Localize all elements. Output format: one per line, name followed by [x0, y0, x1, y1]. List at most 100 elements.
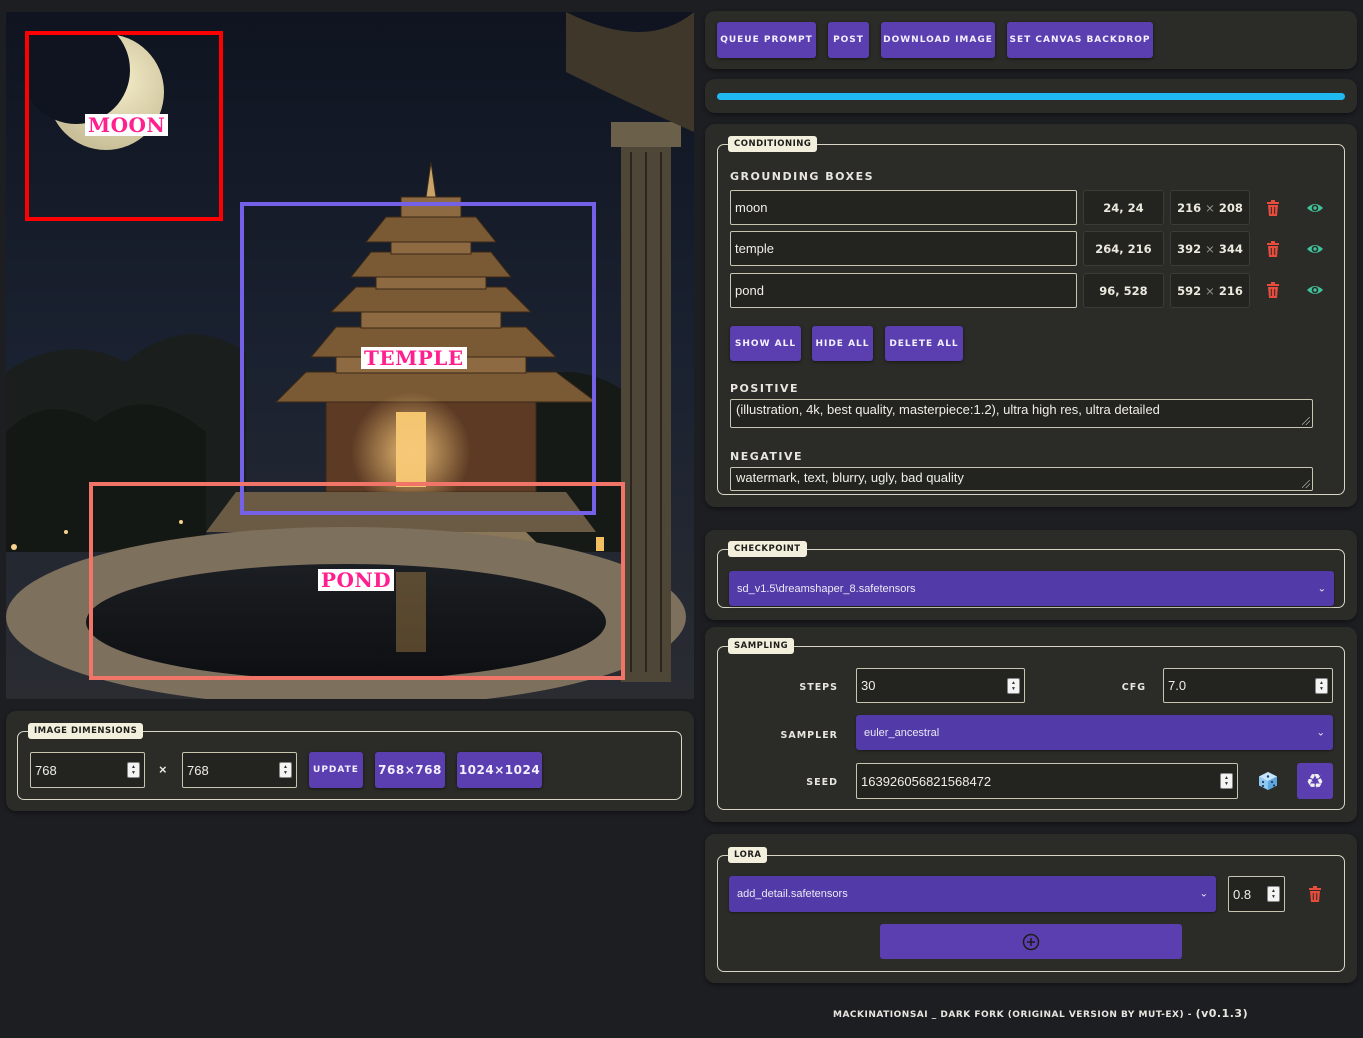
sampling-legend: SAMPLING	[728, 638, 795, 654]
image-dimensions-legend: IMAGE DIMENSIONS	[28, 723, 144, 739]
negative-prompt-input[interactable]: watermark, text, blurry, ugly, bad quali…	[730, 467, 1313, 491]
delete-box-trash-icon[interactable]	[1264, 240, 1282, 258]
set-canvas-backdrop-button[interactable]: SET CANVAS BACKDROP	[1007, 22, 1153, 58]
lora-panel: LORA add_detail.safetensors ⌄ 0.8 ▲ ▼	[705, 834, 1357, 983]
height-value: 768	[187, 762, 209, 778]
sampling-fieldset: SAMPLING STEPS 30 ▲ ▼ CFG 7.0 ▲ ▼ SAMPLER …	[717, 638, 1345, 810]
steps-spinner[interactable]: ▲ ▼	[1007, 677, 1020, 694]
image-canvas[interactable]: MOON TEMPLE POND	[6, 12, 694, 699]
steps-input[interactable]: 30 ▲ ▼	[856, 668, 1025, 703]
grounding-size: 216 × 208	[1170, 190, 1250, 225]
checkpoint-select[interactable]: sd_v1.5\dreamshaper_8.safetensors ⌄	[729, 571, 1334, 606]
steps-value: 30	[861, 678, 876, 693]
update-button[interactable]: UPDATE	[309, 752, 363, 788]
sampling-panel: SAMPLING STEPS 30 ▲ ▼ CFG 7.0 ▲ ▼ SAMPLER …	[705, 627, 1357, 822]
conditioning-panel: CONDITIONING GROUNDING BOXES moon 24, 24…	[705, 124, 1357, 507]
size-separator: ×	[1205, 200, 1215, 215]
lora-select[interactable]: add_detail.safetensors ⌄	[729, 876, 1216, 912]
chevron-down-icon: ⌄	[1316, 727, 1325, 738]
positive-label: POSITIVE	[730, 382, 800, 395]
queue-prompt-button[interactable]: QUEUE PROMPT	[717, 22, 816, 58]
resize-grip[interactable]	[1302, 480, 1310, 488]
footer-text: MACKINATIONSAI _ DARK FORK (ORIGINAL VER…	[833, 1010, 1196, 1020]
grounding-size: 392 × 344	[1170, 231, 1250, 266]
grounding-size: 592 × 216	[1170, 273, 1250, 308]
grounding-height-value: 344	[1218, 241, 1243, 256]
progress-track	[717, 93, 1345, 100]
preset-768-button[interactable]: 768×768	[375, 752, 445, 788]
lora-fieldset: LORA add_detail.safetensors ⌄ 0.8 ▲ ▼	[717, 847, 1345, 972]
lora-strength-spinner[interactable]: ▲ ▼	[1267, 886, 1280, 902]
height-input[interactable]: 768 ▲ ▼	[182, 752, 297, 788]
post-button[interactable]: POST	[828, 22, 869, 58]
chevron-down-icon: ⌄	[1317, 583, 1326, 594]
seed-spinner[interactable]: ▲ ▼	[1220, 773, 1233, 789]
sampler-select[interactable]: euler_ancestral ⌄	[856, 715, 1333, 750]
seed-input[interactable]: 163926056821568472 ▲ ▼	[856, 763, 1238, 799]
download-image-button[interactable]: DOWNLOAD IMAGE	[881, 22, 995, 58]
image-dimensions-fieldset: IMAGE DIMENSIONS 768 ▲ ▼ × 768 ▲ ▼ UPDATE …	[17, 723, 682, 800]
toggle-box-eye-icon[interactable]	[1306, 281, 1324, 299]
show-all-button[interactable]: SHOW ALL	[730, 326, 801, 361]
seed-value: 163926056821568472	[861, 773, 992, 789]
add-lora-button[interactable]	[880, 924, 1182, 959]
negative-prompt-value: watermark, text, blurry, ugly, bad quali…	[736, 470, 964, 485]
grounding-position: 264, 216	[1083, 231, 1164, 266]
delete-all-button[interactable]: DELETE ALL	[885, 326, 963, 361]
toggle-box-eye-icon[interactable]	[1306, 199, 1324, 217]
height-spinner[interactable]: ▲ ▼	[279, 762, 292, 778]
width-value: 768	[35, 762, 57, 778]
resize-grip[interactable]	[1302, 417, 1310, 425]
grounding-width-value: 392	[1177, 241, 1202, 256]
grounding-name-value: pond	[735, 283, 764, 298]
grounding-position: 96, 528	[1083, 273, 1164, 308]
toggle-box-eye-icon[interactable]	[1306, 240, 1324, 258]
grounding-height-value: 216	[1218, 283, 1243, 298]
grounding-width-value: 592	[1177, 283, 1202, 298]
grounding-name-input[interactable]: pond	[730, 273, 1077, 308]
grounding-name-value: moon	[735, 200, 768, 215]
seed-label: SEED	[806, 777, 838, 788]
negative-label: NEGATIVE	[730, 450, 804, 463]
size-separator: ×	[1205, 283, 1215, 298]
recycle-icon: ♻	[1306, 769, 1324, 793]
delete-box-trash-icon[interactable]	[1264, 199, 1282, 217]
grounding-position-value: 264, 216	[1095, 241, 1152, 256]
preset-1024-button[interactable]: 1024×1024	[457, 752, 542, 788]
grounding-height-value: 208	[1218, 200, 1243, 215]
progress-fill	[717, 93, 1345, 100]
width-input[interactable]: 768 ▲ ▼	[30, 752, 145, 788]
cfg-label: CFG	[1121, 682, 1146, 693]
moon-box-label: MOON	[85, 114, 169, 136]
checkpoint-fieldset: CHECKPOINT sd_v1.5\dreamshaper_8.safeten…	[717, 541, 1345, 608]
hide-all-button[interactable]: HIDE ALL	[812, 326, 873, 361]
grounding-name-value: temple	[735, 241, 775, 256]
footer-version: (v0.1.3)	[1195, 1007, 1249, 1020]
chevron-down-icon: ⌄	[1199, 888, 1208, 900]
lora-strength-input[interactable]: 0.8 ▲ ▼	[1228, 876, 1285, 912]
dimension-times: ×	[159, 762, 167, 777]
size-separator: ×	[1205, 241, 1215, 256]
reuse-seed-button[interactable]: ♻	[1297, 763, 1333, 799]
grounding-position: 24, 24	[1083, 190, 1164, 225]
conditioning-legend: CONDITIONING	[728, 136, 818, 152]
grounding-name-input[interactable]: moon	[730, 190, 1077, 225]
toolbar-panel: QUEUE PROMPT POST DOWNLOAD IMAGE SET CAN…	[705, 11, 1357, 69]
delete-lora-trash-icon[interactable]	[1306, 885, 1324, 903]
cfg-input[interactable]: 7.0 ▲ ▼	[1163, 668, 1333, 703]
conditioning-fieldset: CONDITIONING GROUNDING BOXES moon 24, 24…	[717, 136, 1345, 495]
cfg-value: 7.0	[1168, 678, 1187, 693]
cfg-spinner[interactable]: ▲ ▼	[1315, 677, 1328, 694]
steps-label: STEPS	[799, 682, 838, 693]
plus-circle-icon	[1022, 933, 1040, 950]
dice-icon[interactable]	[1257, 770, 1279, 792]
grounding-name-input[interactable]: temple	[730, 231, 1077, 266]
lora-strength-value: 0.8	[1233, 886, 1252, 902]
delete-box-trash-icon[interactable]	[1264, 281, 1282, 299]
sampler-value: euler_ancestral	[864, 726, 940, 739]
checkpoint-value: sd_v1.5\dreamshaper_8.safetensors	[737, 582, 916, 595]
width-spinner[interactable]: ▲ ▼	[127, 762, 140, 778]
grounding-boxes-title: GROUNDING BOXES	[730, 170, 875, 183]
positive-prompt-input[interactable]: (illustration, 4k, best quality, masterp…	[730, 399, 1313, 428]
grounding-width-value: 216	[1177, 200, 1202, 215]
